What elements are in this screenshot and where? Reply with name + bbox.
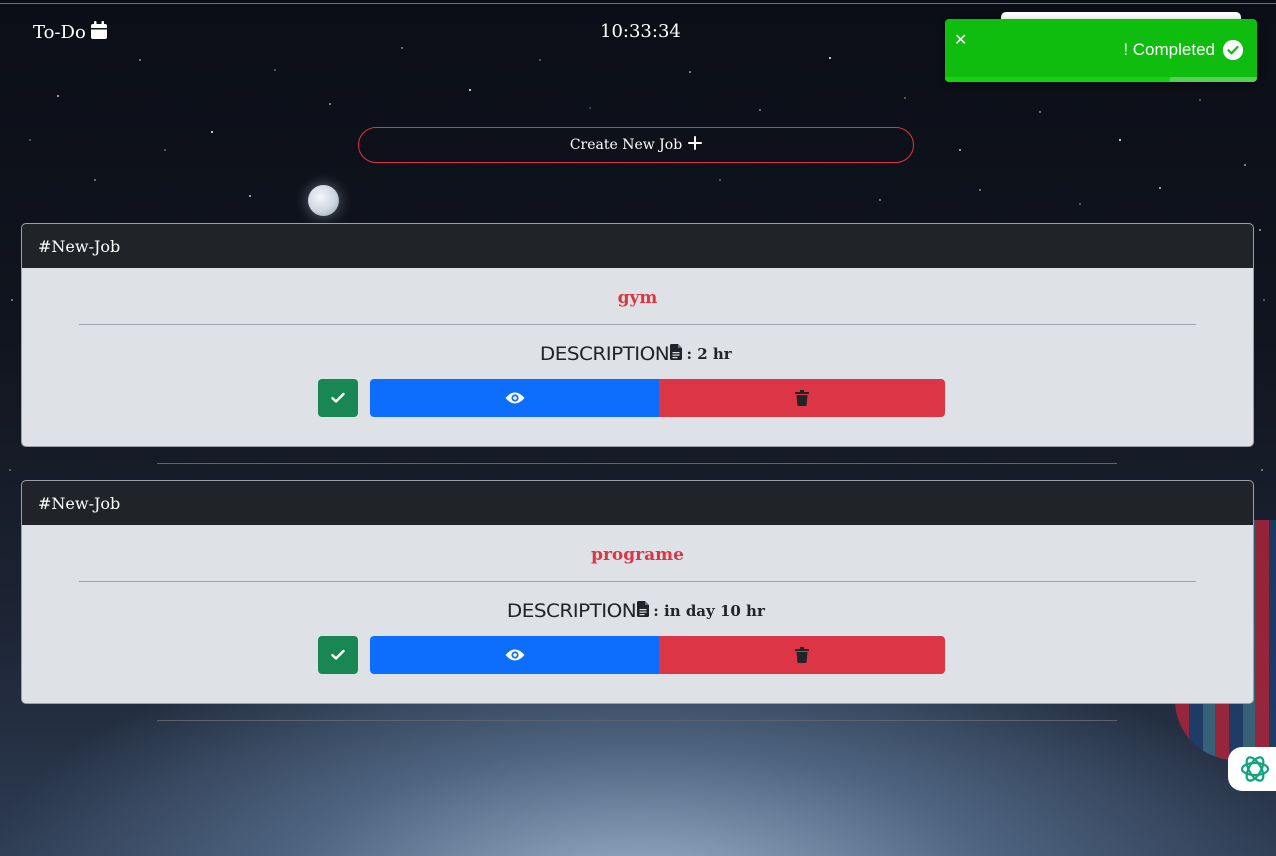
assistant-launcher-button[interactable] (1228, 747, 1276, 791)
job-description: DESCRIPTION : 2 hr (22, 342, 1253, 366)
card-separator (157, 463, 1117, 464)
complete-button[interactable] (318, 636, 358, 674)
description-value: : 2 hr (686, 345, 732, 363)
top-border-line (0, 3, 1276, 4)
eye-icon (505, 649, 524, 661)
app-title: To-Do (33, 22, 86, 43)
card-divider (79, 581, 1196, 582)
job-card: #New-Job gym DESCRIPTION : 2 hr (21, 223, 1254, 447)
check-icon (331, 649, 345, 660)
create-new-job-button[interactable]: Create New Job (358, 127, 914, 163)
view-button[interactable] (370, 636, 659, 674)
description-label: DESCRIPTION (507, 600, 637, 622)
job-actions (22, 379, 1253, 417)
app-brand[interactable]: To-Do (33, 20, 108, 45)
job-description: DESCRIPTION : in day 10 hr (22, 599, 1253, 623)
description-label: DESCRIPTION (540, 343, 670, 365)
toast-progress-bar (945, 77, 1170, 82)
create-button-label: Create New Job (569, 137, 683, 153)
job-card-header: #New-Job (22, 224, 1253, 268)
check-circle-icon (1223, 40, 1243, 60)
delete-button[interactable] (659, 636, 945, 674)
calendar-icon (90, 20, 108, 45)
file-icon (670, 344, 683, 364)
job-tag: #New-Job (38, 236, 121, 256)
close-icon[interactable]: ✕ (954, 30, 967, 49)
file-icon (637, 601, 650, 621)
moon-decoration (308, 185, 339, 216)
check-icon (331, 392, 345, 403)
delete-button[interactable] (659, 379, 945, 417)
description-value: : in day 10 hr (653, 602, 765, 620)
job-tag: #New-Job (38, 493, 121, 513)
complete-button[interactable] (318, 379, 358, 417)
plus-icon (688, 136, 703, 154)
toast-message: ! Completed (1123, 40, 1215, 59)
notification-toast[interactable]: ✕ ! Completed (945, 19, 1257, 82)
job-title: programe (591, 545, 684, 565)
card-separator (157, 720, 1117, 721)
job-card-header: #New-Job (22, 481, 1253, 525)
trash-icon (795, 390, 809, 406)
card-divider (79, 324, 1196, 325)
trash-icon (795, 647, 809, 663)
job-title: gym (617, 288, 658, 308)
job-actions (22, 636, 1253, 674)
eye-icon (505, 392, 524, 404)
clock-display: 10:33:34 (600, 21, 681, 42)
job-card: #New-Job programe DESCRIPTION : in day 1… (21, 480, 1254, 704)
view-button[interactable] (370, 379, 659, 417)
assistant-icon (1240, 756, 1270, 782)
